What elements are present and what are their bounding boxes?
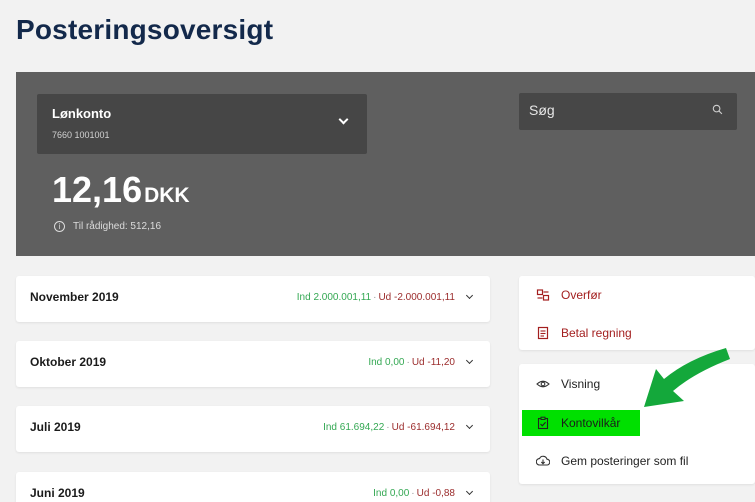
info-icon: i <box>54 221 65 232</box>
save-transactions-label: Gem posteringer som fil <box>561 454 689 468</box>
month-row-juli-2019[interactable]: Juli 2019 Ind 61.694,22 · Ud -61.694,12 <box>16 406 490 452</box>
download-icon <box>535 453 551 469</box>
green-arrow-icon <box>644 348 730 407</box>
chevron-down-icon <box>338 114 349 125</box>
bill-icon <box>535 325 551 341</box>
account-terms-label: Kontovilkår <box>561 416 621 430</box>
out-amount: Ud -11,20 <box>411 357 455 368</box>
in-amount: Ind 0,00 <box>373 488 410 499</box>
out-amount: Ud -0,88 <box>416 488 455 499</box>
out-amount: Ud -2.000.001,11 <box>378 292 455 303</box>
save-transactions-link[interactable]: Gem posteringer som fil <box>535 450 688 472</box>
account-number: 7660 1001001 <box>52 130 110 140</box>
summary-separator: · <box>411 488 415 499</box>
month-label: Juli 2019 <box>30 420 81 434</box>
in-amount: Ind 2.000.001,11 <box>296 292 372 303</box>
transfer-link[interactable]: Overfør <box>535 284 602 306</box>
search-input[interactable] <box>529 102 689 118</box>
transfer-icon <box>535 287 551 303</box>
chevron-down-icon[interactable] <box>465 291 474 300</box>
chevron-down-icon[interactable] <box>465 356 474 365</box>
page-title: Posteringsoversigt <box>16 14 274 45</box>
search-box[interactable] <box>519 93 737 130</box>
summary-separator: · <box>406 357 410 368</box>
account-panel: Lønkonto 7660 1001001 12,16DKK i Til råd… <box>16 72 755 256</box>
transfer-label: Overfør <box>561 288 602 302</box>
month-row-oktober-2019[interactable]: Oktober 2019 Ind 0,00 · Ud -11,20 <box>16 341 490 387</box>
available-balance: i Til rådighed: 512,16 <box>54 221 161 232</box>
out-amount: Ud -61.694,12 <box>391 422 455 433</box>
month-summary: Ind 0,00 · Ud -11,20 <box>368 357 455 368</box>
balance-currency: DKK <box>144 184 190 207</box>
eye-icon <box>535 376 551 392</box>
account-selector[interactable]: Lønkonto 7660 1001001 <box>37 94 367 154</box>
month-summary: Ind 2.000.001,11 · Ud -2.000.001,11 <box>297 292 455 303</box>
balance-amount: 12,16 <box>52 169 143 210</box>
account-terms-link[interactable]: Kontovilkår <box>522 410 640 436</box>
pay-bill-link[interactable]: Betal regning <box>535 322 632 344</box>
primary-actions-card: Overfør Betal regning <box>519 276 755 350</box>
chevron-down-icon[interactable] <box>465 421 474 430</box>
in-amount: Ind 0,00 <box>368 357 405 368</box>
summary-separator: · <box>386 422 390 433</box>
chevron-down-icon[interactable] <box>465 487 474 496</box>
month-label: November 2019 <box>30 290 119 304</box>
account-name: Lønkonto <box>52 106 112 121</box>
clipboard-check-icon <box>535 415 551 431</box>
in-amount: Ind 61.694,22 <box>323 422 385 433</box>
month-row-november-2019[interactable]: November 2019 Ind 2.000.001,11 · Ud -2.000… <box>16 276 490 322</box>
balance: 12,16DKK <box>52 169 190 211</box>
available-text: Til rådighed: 512,16 <box>73 221 162 232</box>
month-summary: Ind 0,00 · Ud -0,88 <box>373 488 455 499</box>
search-icon[interactable] <box>712 104 723 115</box>
month-label: Juni 2019 <box>30 486 85 500</box>
month-label: Oktober 2019 <box>30 355 107 369</box>
month-summary: Ind 61.694,22 · Ud -61.694,12 <box>323 422 455 433</box>
view-label: Visning <box>561 377 601 391</box>
summary-separator: · <box>373 292 377 303</box>
view-link[interactable]: Visning <box>535 373 600 395</box>
pay-bill-label: Betal regning <box>561 326 632 340</box>
month-row-juni-2019[interactable]: Juni 2019 Ind 0,00 · Ud -0,88 <box>16 472 490 502</box>
